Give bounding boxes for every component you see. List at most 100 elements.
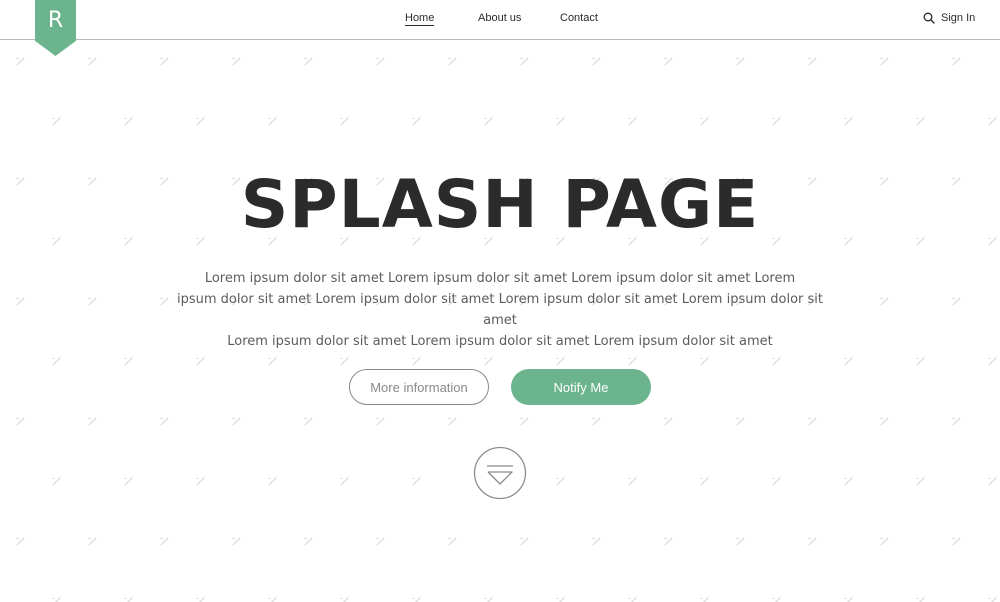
watermark-mark bbox=[952, 297, 961, 306]
watermark-mark bbox=[160, 297, 169, 306]
watermark-mark bbox=[16, 57, 25, 66]
watermark-mark bbox=[880, 537, 889, 546]
site-header: R Home About us Contact Sign In bbox=[0, 0, 1000, 56]
watermark-mark bbox=[52, 477, 61, 486]
watermark-mark bbox=[628, 357, 637, 366]
watermark-mark bbox=[628, 597, 637, 602]
nav-item-about-us[interactable]: About us bbox=[478, 12, 521, 24]
watermark-mark bbox=[808, 57, 817, 66]
watermark-mark bbox=[700, 477, 709, 486]
watermark-mark bbox=[376, 537, 385, 546]
watermark-mark bbox=[916, 357, 925, 366]
watermark-mark bbox=[484, 597, 493, 602]
watermark-mark bbox=[700, 597, 709, 602]
watermark-mark bbox=[268, 597, 277, 602]
watermark-mark bbox=[556, 597, 565, 602]
hero-text-line: Lorem ipsum dolor sit amet Lorem ipsum d… bbox=[204, 271, 796, 286]
watermark-mark bbox=[448, 57, 457, 66]
watermark-mark bbox=[556, 477, 565, 486]
watermark-mark bbox=[376, 417, 385, 426]
watermark-mark bbox=[556, 117, 565, 126]
notify-me-button[interactable]: Notify Me bbox=[511, 369, 651, 405]
watermark-mark bbox=[88, 57, 97, 66]
watermark-mark bbox=[412, 477, 421, 486]
watermark-mark bbox=[412, 357, 421, 366]
watermark-mark bbox=[664, 57, 673, 66]
watermark-mark bbox=[664, 537, 673, 546]
watermark-mark bbox=[988, 597, 997, 602]
hero-description: Lorem ipsum dolor sit amet Lorem ipsum d… bbox=[170, 268, 830, 352]
watermark-mark bbox=[340, 477, 349, 486]
watermark-mark bbox=[448, 537, 457, 546]
watermark-mark bbox=[340, 357, 349, 366]
watermark-mark bbox=[232, 537, 241, 546]
watermark-mark bbox=[268, 357, 277, 366]
logo[interactable]: R bbox=[35, 0, 76, 56]
watermark-mark bbox=[520, 417, 529, 426]
watermark-mark bbox=[880, 57, 889, 66]
watermark-mark bbox=[124, 117, 133, 126]
watermark-mark bbox=[160, 417, 169, 426]
nav-item-home[interactable]: Home bbox=[405, 12, 435, 26]
watermark-mark bbox=[844, 477, 853, 486]
watermark-mark bbox=[124, 597, 133, 602]
watermark-mark bbox=[52, 117, 61, 126]
splash-page: R Home About us Contact Sign In SPLASH P… bbox=[0, 0, 1000, 602]
watermark-mark bbox=[16, 297, 25, 306]
watermark-mark bbox=[232, 57, 241, 66]
logo-letter: R bbox=[47, 8, 64, 33]
watermark-mark bbox=[628, 117, 637, 126]
watermark-mark bbox=[88, 417, 97, 426]
watermark-mark bbox=[664, 417, 673, 426]
watermark-mark bbox=[880, 297, 889, 306]
watermark-mark bbox=[736, 417, 745, 426]
watermark-mark bbox=[304, 57, 313, 66]
watermark-mark bbox=[952, 57, 961, 66]
watermark-mark bbox=[412, 597, 421, 602]
watermark-mark bbox=[772, 477, 781, 486]
main-nav: Home About us Contact bbox=[0, 12, 1000, 32]
watermark-mark bbox=[844, 117, 853, 126]
more-information-button[interactable]: More information bbox=[349, 369, 489, 405]
watermark-mark bbox=[268, 477, 277, 486]
watermark-mark bbox=[700, 357, 709, 366]
watermark-mark bbox=[988, 117, 997, 126]
sign-in-link[interactable]: Sign In bbox=[923, 12, 975, 24]
watermark-mark bbox=[628, 477, 637, 486]
watermark-mark bbox=[160, 57, 169, 66]
hero-title: SPLASH PAGE bbox=[240, 166, 760, 243]
watermark-mark bbox=[196, 117, 205, 126]
nav-item-contact[interactable]: Contact bbox=[560, 12, 598, 24]
watermark-mark bbox=[808, 417, 817, 426]
watermark-mark bbox=[124, 357, 133, 366]
watermark-mark bbox=[808, 537, 817, 546]
scroll-down-icon[interactable] bbox=[473, 446, 527, 500]
watermark-mark bbox=[196, 357, 205, 366]
watermark-mark bbox=[772, 597, 781, 602]
watermark-mark bbox=[196, 597, 205, 602]
search-icon[interactable] bbox=[923, 12, 935, 24]
watermark-mark bbox=[52, 357, 61, 366]
watermark-mark bbox=[988, 477, 997, 486]
watermark-mark bbox=[448, 417, 457, 426]
hero-text-line: Lorem ipsum dolor sit amet Lorem ipsum d… bbox=[227, 334, 773, 349]
watermark-mark bbox=[16, 537, 25, 546]
watermark-mark bbox=[592, 417, 601, 426]
watermark-mark bbox=[592, 537, 601, 546]
watermark-mark bbox=[268, 117, 277, 126]
watermark-mark bbox=[844, 357, 853, 366]
watermark-mark bbox=[988, 357, 997, 366]
watermark-mark bbox=[52, 597, 61, 602]
watermark-mark bbox=[592, 57, 601, 66]
watermark-mark bbox=[556, 357, 565, 366]
watermark-mark bbox=[232, 417, 241, 426]
watermark-mark bbox=[772, 117, 781, 126]
watermark-mark bbox=[520, 57, 529, 66]
watermark-mark bbox=[736, 537, 745, 546]
sign-in-label[interactable]: Sign In bbox=[941, 12, 975, 24]
watermark-mark bbox=[196, 477, 205, 486]
watermark-mark bbox=[952, 417, 961, 426]
watermark-mark bbox=[736, 57, 745, 66]
watermark-mark bbox=[160, 537, 169, 546]
watermark-mark bbox=[304, 537, 313, 546]
